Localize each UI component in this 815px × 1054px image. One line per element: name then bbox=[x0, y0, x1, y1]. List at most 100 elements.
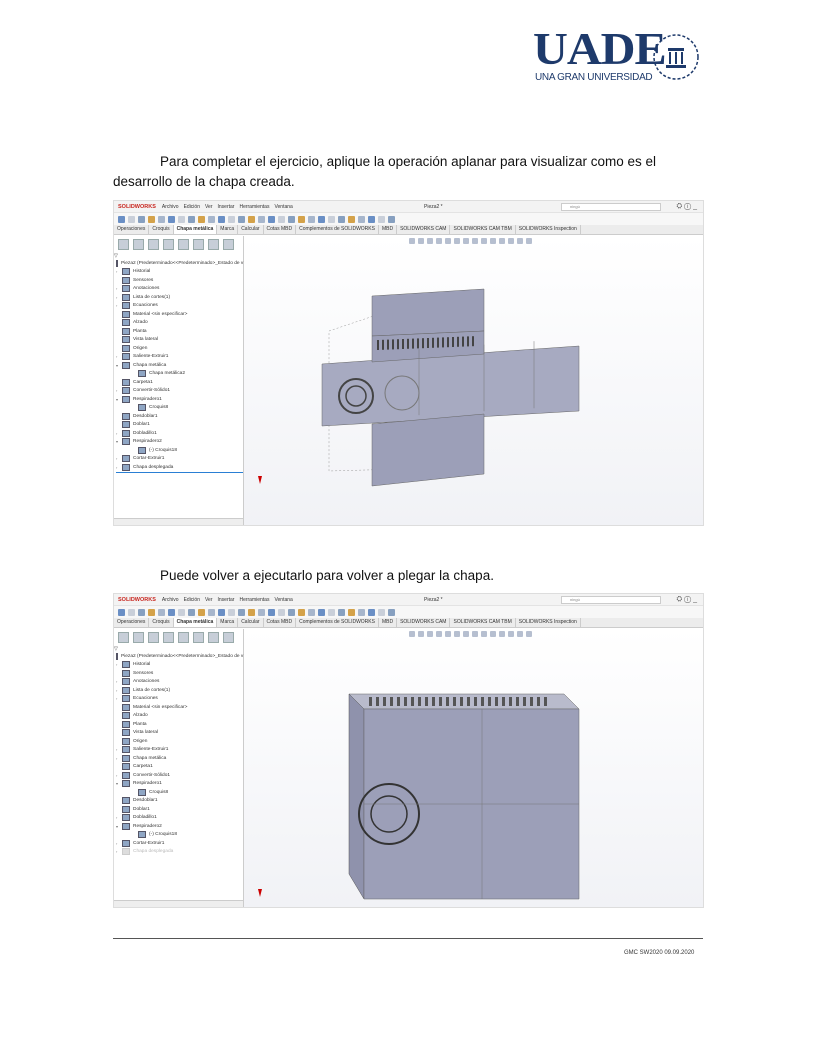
toolbar-button-icon[interactable] bbox=[168, 215, 175, 223]
panel-tab-icon[interactable] bbox=[208, 632, 219, 643]
tab-complementos-de-solidworks[interactable]: Complementos de SOLIDWORKS bbox=[296, 225, 379, 234]
tab-mbd[interactable]: MBD bbox=[379, 225, 398, 234]
tab-cotas-mbd[interactable]: Cotas MBD bbox=[264, 618, 297, 627]
menu-item[interactable]: Insertar bbox=[218, 597, 235, 603]
tree-item[interactable]: › Historial bbox=[116, 268, 243, 277]
toolbar-button-icon[interactable] bbox=[158, 215, 165, 223]
tree-item[interactable]: ▾ Respiradero1 bbox=[116, 780, 243, 789]
tree-root[interactable]: Pieza2 (Predeterminado<<Predeterminado>_… bbox=[116, 259, 243, 268]
panel-tab-icon[interactable] bbox=[118, 239, 129, 250]
toolbar-button-icon[interactable] bbox=[168, 608, 175, 616]
panel-tab-icon[interactable] bbox=[178, 632, 189, 643]
tree-item[interactable]: (-) Croquis18 bbox=[116, 831, 243, 840]
search-input[interactable]: ningú bbox=[561, 203, 661, 211]
tree-item[interactable]: › Historial bbox=[116, 661, 243, 670]
search-input[interactable]: ningú bbox=[561, 596, 661, 604]
menu-item[interactable]: Insertar bbox=[218, 204, 235, 210]
horizontal-scrollbar[interactable] bbox=[114, 518, 243, 525]
tree-item[interactable]: (-) Croquis18 bbox=[116, 446, 243, 455]
folded-box-model[interactable] bbox=[244, 629, 703, 908]
toolbar-button-icon[interactable] bbox=[288, 608, 295, 616]
toolbar-button-icon[interactable] bbox=[388, 608, 395, 616]
tab-marca[interactable]: Marca bbox=[217, 225, 239, 234]
tab-croquis[interactable]: Croquis bbox=[149, 225, 174, 234]
toolbar-button-icon[interactable] bbox=[148, 215, 155, 223]
toolbar-button-icon[interactable] bbox=[268, 215, 275, 223]
menu-item[interactable]: Edición bbox=[184, 597, 200, 603]
tree-item[interactable]: › Anotaciones bbox=[116, 678, 243, 687]
tree-item[interactable]: › Saliente-Extruir1 bbox=[116, 746, 243, 755]
panel-tab-icon[interactable] bbox=[148, 632, 159, 643]
toolbar-button-icon[interactable] bbox=[278, 608, 285, 616]
toolbar-button-icon[interactable] bbox=[308, 215, 315, 223]
toolbar-button-icon[interactable] bbox=[118, 608, 125, 616]
horizontal-scrollbar[interactable] bbox=[114, 900, 243, 907]
menu-item[interactable]: Ventana bbox=[274, 597, 292, 603]
toolbar-button-icon[interactable] bbox=[128, 608, 135, 616]
toolbar-button-icon[interactable] bbox=[368, 608, 375, 616]
tree-item[interactable]: Origen bbox=[116, 344, 243, 353]
tree-item[interactable]: Origen bbox=[116, 737, 243, 746]
tree-item[interactable]: ▾ Respiradero2 bbox=[116, 438, 243, 447]
panel-tab-icon[interactable] bbox=[208, 239, 219, 250]
toolbar-button-icon[interactable] bbox=[288, 215, 295, 223]
panel-tab-icon[interactable] bbox=[223, 239, 234, 250]
tab-croquis[interactable]: Croquis bbox=[149, 618, 174, 627]
toolbar-button-icon[interactable] bbox=[278, 215, 285, 223]
tree-item[interactable]: › Chapa desplegada bbox=[116, 848, 243, 857]
solidworks-logo[interactable]: SOLIDWORKS bbox=[118, 204, 156, 210]
tree-item[interactable]: ▾ Chapa metálica bbox=[116, 361, 243, 370]
toolbar-button-icon[interactable] bbox=[378, 215, 385, 223]
toolbar-button-icon[interactable] bbox=[188, 608, 195, 616]
tab-complementos-de-solidworks[interactable]: Complementos de SOLIDWORKS bbox=[296, 618, 379, 627]
tree-item[interactable]: › Dobladillo1 bbox=[116, 814, 243, 823]
toolbar-button-icon[interactable] bbox=[218, 608, 225, 616]
tree-item[interactable]: Desdoblar1 bbox=[116, 412, 243, 421]
tab-solidworks-cam-tbm[interactable]: SOLIDWORKS CAM TBM bbox=[450, 618, 516, 627]
flat-pattern-model[interactable] bbox=[244, 236, 703, 526]
toolbar-button-icon[interactable] bbox=[218, 215, 225, 223]
toolbar-button-icon[interactable] bbox=[148, 608, 155, 616]
menu-item[interactable]: Ver bbox=[205, 597, 213, 603]
tab-operaciones[interactable]: Operaciones bbox=[114, 225, 150, 234]
toolbar-button-icon[interactable] bbox=[188, 215, 195, 223]
tree-item[interactable]: Material <sin especificar> bbox=[116, 310, 243, 319]
tab-marca[interactable]: Marca bbox=[217, 618, 239, 627]
toolbar-button-icon[interactable] bbox=[158, 608, 165, 616]
toolbar-button-icon[interactable] bbox=[258, 608, 265, 616]
menu-item[interactable]: Edición bbox=[184, 204, 200, 210]
toolbar-button-icon[interactable] bbox=[138, 215, 145, 223]
panel-tab-icon[interactable] bbox=[193, 632, 204, 643]
menu-item[interactable]: Ventana bbox=[274, 204, 292, 210]
tree-item[interactable]: Doblar1 bbox=[116, 805, 243, 814]
tab-solidworks-cam[interactable]: SOLIDWORKS CAM bbox=[397, 618, 451, 627]
solidworks-logo[interactable]: SOLIDWORKS bbox=[118, 597, 156, 603]
toolbar-button-icon[interactable] bbox=[358, 215, 365, 223]
toolbar-button-icon[interactable] bbox=[388, 215, 395, 223]
toolbar-button-icon[interactable] bbox=[338, 608, 345, 616]
panel-tab-icon[interactable] bbox=[133, 239, 144, 250]
tab-solidworks-cam-tbm[interactable]: SOLIDWORKS CAM TBM bbox=[450, 225, 516, 234]
menu-item[interactable]: Herramientas bbox=[239, 597, 269, 603]
panel-tab-icon[interactable] bbox=[163, 632, 174, 643]
tree-item[interactable]: › Anotaciones bbox=[116, 285, 243, 294]
menu-item[interactable]: Herramientas bbox=[239, 204, 269, 210]
toolbar-button-icon[interactable] bbox=[128, 215, 135, 223]
menu-item[interactable]: Ver bbox=[205, 204, 213, 210]
tree-item[interactable]: Chapa metálica2 bbox=[116, 370, 243, 379]
toolbar-button-icon[interactable] bbox=[138, 608, 145, 616]
tab-cotas-mbd[interactable]: Cotas MBD bbox=[264, 225, 297, 234]
toolbar-button-icon[interactable] bbox=[238, 215, 245, 223]
toolbar-button-icon[interactable] bbox=[238, 608, 245, 616]
toolbar-button-icon[interactable] bbox=[118, 215, 125, 223]
graphics-area[interactable] bbox=[244, 236, 703, 525]
tree-item[interactable]: › Chapa metálica bbox=[116, 754, 243, 763]
tree-item[interactable]: › Cortar-Extruir1 bbox=[116, 839, 243, 848]
tree-item[interactable]: › Lista de cortes(1) bbox=[116, 293, 243, 302]
tree-item[interactable]: › Convertir-Sólido1 bbox=[116, 771, 243, 780]
tab-chapa-met-lica[interactable]: Chapa metálica bbox=[173, 618, 218, 627]
tree-item[interactable]: Vista lateral bbox=[116, 336, 243, 345]
toolbar-button-icon[interactable] bbox=[268, 608, 275, 616]
toolbar-button-icon[interactable] bbox=[318, 215, 325, 223]
toolbar-button-icon[interactable] bbox=[198, 608, 205, 616]
